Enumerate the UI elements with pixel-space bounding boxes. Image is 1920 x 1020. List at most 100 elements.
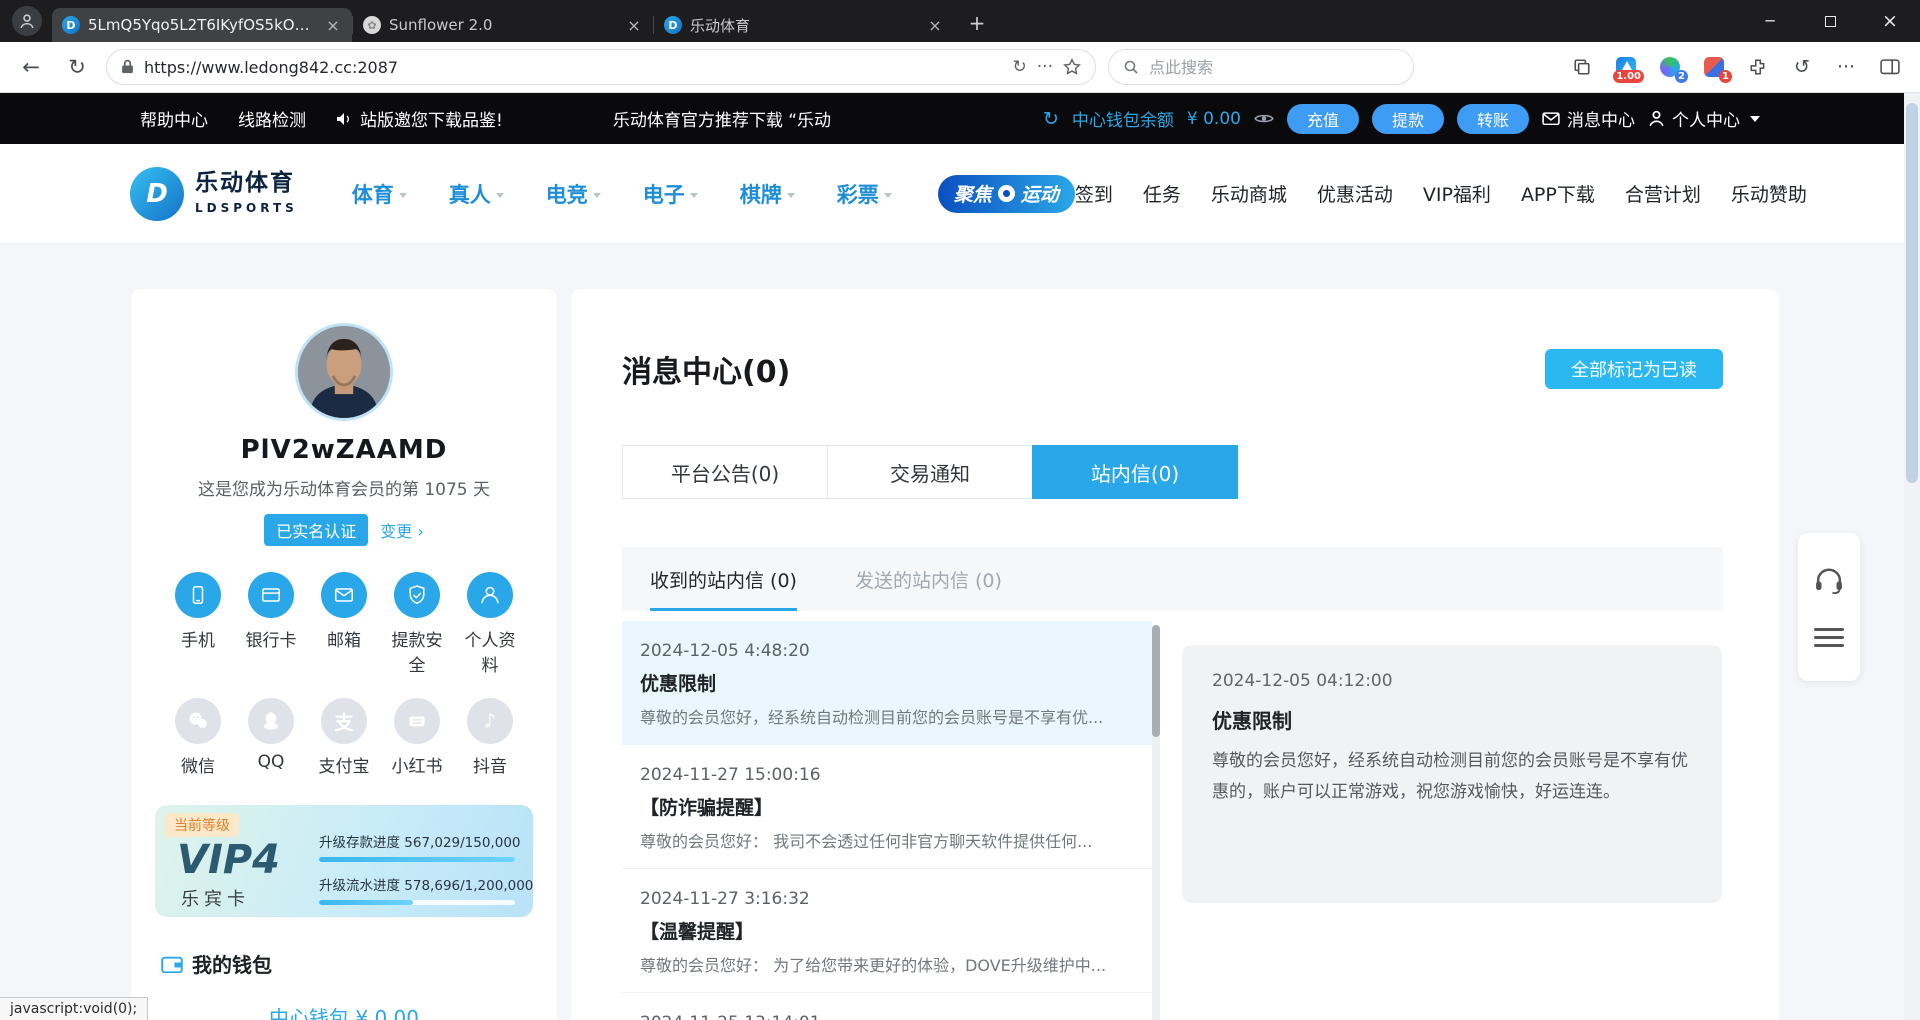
link-partnership[interactable]: 合营计划 — [1625, 180, 1701, 207]
history-icon[interactable]: ↺ — [1790, 55, 1814, 79]
message-center-card: 消息中心(0) 全部标记为已读 平台公告(0) 交易通知 站内信(0) 收到的站… — [571, 289, 1779, 1020]
back-button[interactable]: ← — [14, 55, 48, 79]
security-withdraw-safety[interactable]: 提款安全 — [384, 572, 450, 676]
browser-tab-3[interactable]: D 乐动体育 × — [654, 8, 954, 42]
page-body: PlV2wZAAMD 这是您成为乐动体育会员的第 1075 天 已实名认证 变更… — [0, 244, 1904, 1020]
tab-transaction-notices[interactable]: 交易通知 — [827, 445, 1033, 499]
message-list-item[interactable]: 2024-12-05 4:48:20 优惠限制 尊敬的会员您好，经系统自动检测目… — [622, 621, 1152, 745]
line-check-link[interactable]: 线路检测 — [238, 106, 306, 131]
social-qq[interactable]: QQ — [238, 698, 304, 777]
security-phone[interactable]: 手机 — [165, 572, 231, 676]
tab-site-mail[interactable]: 站内信(0) — [1032, 445, 1238, 499]
message-list-scrollbar[interactable] — [1152, 625, 1160, 1020]
toolbar-icons: 1.00 2 1 ↺ ··· — [1570, 55, 1906, 79]
announcement[interactable]: 站版邀您下载品鉴! — [336, 106, 503, 131]
address-bar[interactable]: ↻ ··· — [106, 49, 1096, 85]
extension-c-icon[interactable]: 1 — [1702, 55, 1726, 79]
more-menu-icon[interactable]: ··· — [1834, 55, 1858, 79]
tab-close-icon[interactable]: × — [625, 16, 643, 35]
message-list-item[interactable]: 2024-11-27 3:16:32 【温馨提醒】 尊敬的会员您好： 为了给您带… — [622, 869, 1152, 993]
security-icons-row: 手机 银行卡 邮箱 提 — [131, 572, 557, 676]
security-bank-card[interactable]: 银行卡 — [238, 572, 304, 676]
social-douyin[interactable]: ♪ 抖音 — [457, 698, 523, 777]
scrollbar-thumb[interactable] — [1152, 625, 1160, 737]
personal-center-link[interactable]: 个人中心 — [1648, 106, 1760, 131]
vip-card-name: 乐宾卡 — [181, 885, 250, 911]
link-app-download[interactable]: APP下载 — [1521, 180, 1595, 207]
collections-icon[interactable] — [1570, 55, 1594, 79]
nav-lottery[interactable]: 彩票 — [837, 179, 892, 209]
subtab-received[interactable]: 收到的站内信 (0) — [650, 547, 797, 611]
browser-profile-icon[interactable] — [12, 6, 42, 36]
link-mall[interactable]: 乐动商城 — [1211, 180, 1287, 207]
security-email[interactable]: 邮箱 — [311, 572, 377, 676]
link-sponsorship[interactable]: 乐动赞助 — [1731, 180, 1807, 207]
focus-sports-badge[interactable]: 聚焦 运动 — [938, 175, 1075, 213]
wallet-refresh-icon[interactable]: ↻ — [1043, 108, 1059, 130]
subtab-sent[interactable]: 发送的站内信 (0) — [855, 547, 1002, 611]
nav-slots[interactable]: 电子 — [643, 179, 698, 209]
main-nav: 体育 真人 电竞 电子 棋牌 彩票 — [352, 179, 892, 209]
site-topbar: 帮助中心 线路检测 站版邀您下载品鉴! 乐动体育官方推荐下载 “乐动 ↻ 中心钱… — [0, 93, 1904, 144]
help-center-link[interactable]: 帮助中心 — [140, 106, 208, 131]
wallet-balance-amount: ¥ 0.00 — [1187, 109, 1241, 129]
security-profile-info[interactable]: 个人资料 — [457, 572, 523, 676]
browser-scrollbar[interactable] — [1904, 93, 1920, 1020]
message-list-item[interactable]: 2024-11-25 13:14:01 — [622, 993, 1152, 1020]
tab-close-icon[interactable]: × — [324, 16, 342, 35]
tab-close-icon[interactable]: × — [926, 16, 944, 35]
url-input[interactable] — [144, 58, 1003, 77]
tab-title: 乐动体育 — [690, 15, 918, 36]
withdraw-button[interactable]: 提款 — [1372, 104, 1444, 134]
transfer-button[interactable]: 转账 — [1457, 104, 1529, 134]
browser-tab-strip: D 5LmQ5Yqo5L2T6IKyfOS5kOWKqC × ✿ Sunflow… — [0, 0, 1920, 42]
deposit-progress-bar — [319, 857, 515, 862]
scrollbar-thumb[interactable] — [1906, 103, 1918, 483]
favorite-star-icon[interactable] — [1063, 58, 1081, 76]
tab-favicon-icon: D — [664, 16, 682, 34]
nav-live[interactable]: 真人 — [449, 179, 504, 209]
nav-esports[interactable]: 电竞 — [546, 179, 601, 209]
extension-b-icon[interactable]: 2 — [1658, 55, 1682, 79]
message-center-link[interactable]: 消息中心 — [1542, 106, 1635, 131]
customer-service-headset-icon[interactable] — [1814, 567, 1844, 594]
link-tasks[interactable]: 任务 — [1143, 180, 1181, 207]
new-tab-button[interactable]: + — [962, 8, 992, 38]
site-permissions-icon[interactable]: ··· — [1037, 57, 1053, 77]
minimize-button[interactable]: ─ — [1740, 0, 1800, 42]
sidebar-icon[interactable] — [1878, 55, 1902, 79]
nav-sports[interactable]: 体育 — [352, 179, 407, 209]
message-tabs: 平台公告(0) 交易通知 站内信(0) — [622, 445, 1723, 499]
change-link[interactable]: 变更 › — [380, 518, 424, 542]
mark-all-read-button[interactable]: 全部标记为已读 — [1545, 349, 1723, 389]
search-input[interactable] — [1149, 58, 1399, 77]
link-promos[interactable]: 优惠活动 — [1317, 180, 1393, 207]
refresh-button[interactable]: ↻ — [60, 55, 94, 79]
extensions-puzzle-icon[interactable] — [1746, 55, 1770, 79]
wechat-icon — [175, 698, 221, 744]
shield-check-icon — [394, 572, 440, 618]
page-viewport: 帮助中心 线路检测 站版邀您下载品鉴! 乐动体育官方推荐下载 “乐动 ↻ 中心钱… — [0, 93, 1920, 1020]
maximize-button[interactable] — [1800, 0, 1860, 42]
menu-hamburger-icon[interactable] — [1814, 628, 1844, 647]
eye-icon[interactable] — [1254, 113, 1274, 124]
page-refresh-icon[interactable]: ↻ — [1013, 57, 1027, 77]
person-icon — [19, 13, 35, 29]
social-xiaohongshu[interactable]: 小红书 — [384, 698, 450, 777]
close-button[interactable]: × — [1860, 0, 1920, 42]
deposit-button[interactable]: 充值 — [1287, 104, 1359, 134]
message-list-item[interactable]: 2024-11-27 15:00:16 【防诈骗提醒】 尊敬的会员您好： 我司不… — [622, 745, 1152, 869]
extension-wallet-icon[interactable]: 1.00 — [1614, 55, 1638, 79]
site-logo[interactable]: D 乐动体育 LDSPORTS — [130, 167, 298, 221]
toolbar-search-box[interactable] — [1108, 49, 1414, 85]
nav-cards[interactable]: 棋牌 — [740, 179, 795, 209]
link-vip[interactable]: VIP福利 — [1423, 180, 1491, 207]
browser-tab-1[interactable]: D 5LmQ5Yqo5L2T6IKyfOS5kOWKqC × — [52, 8, 352, 42]
message-list: 2024-12-05 4:48:20 优惠限制 尊敬的会员您好，经系统自动检测目… — [622, 621, 1152, 1020]
social-alipay[interactable]: 支 支付宝 — [311, 698, 377, 777]
chevron-down-icon — [884, 193, 892, 198]
social-wechat[interactable]: 微信 — [165, 698, 231, 777]
link-checkin[interactable]: 签到 — [1075, 180, 1113, 207]
browser-tab-2[interactable]: ✿ Sunflower 2.0 × — [353, 8, 653, 42]
tab-platform-announcements[interactable]: 平台公告(0) — [622, 445, 828, 499]
